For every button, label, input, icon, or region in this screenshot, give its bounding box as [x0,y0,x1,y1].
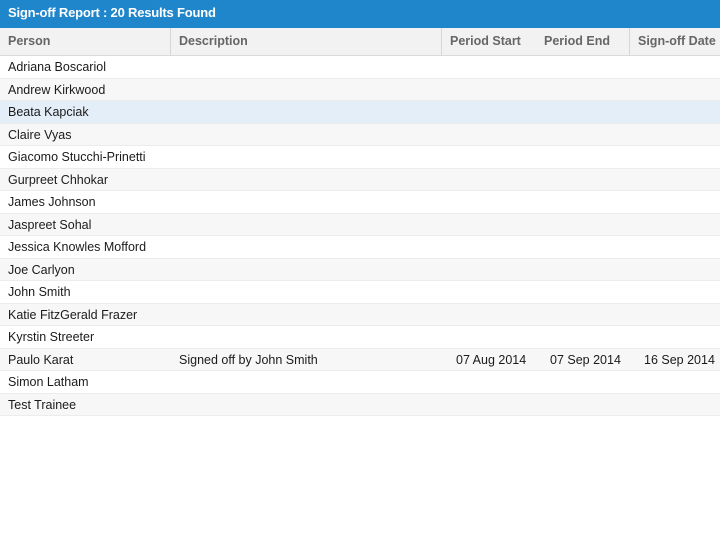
table-row[interactable]: Katie FitzGerald Frazer [0,303,720,326]
cell-person: Test Trainee [8,397,77,412]
cell-person: Simon Latham [8,375,89,389]
cell-person: Joe Carlyon [8,262,75,277]
table-header: Person Description Period Start Period E… [0,28,720,56]
table-row[interactable]: Jaspreet Sohal [0,213,720,236]
cell-period-end: 07 Sep 2014 [550,352,621,367]
table-row[interactable]: Paulo Karat Signed off by John Smith 07 … [0,348,720,371]
table-row[interactable]: Giacomo Stucchi-Prinetti [0,146,720,169]
table-row[interactable]: Simon Latham [0,371,720,394]
cell-person: Adriana Boscariol [8,60,106,74]
cell-signoff-date: 16 Sep 2014 [644,352,715,367]
table-row[interactable]: Claire Vyas [0,123,720,146]
column-header-period-start[interactable]: Period Start [441,28,536,55]
table-row[interactable]: Jessica Knowles Mofford [0,236,720,259]
table-row[interactable]: Adriana Boscariol [0,56,720,79]
cell-description: Signed off by John Smith [179,352,318,367]
cell-person: Jessica Knowles Mofford [8,240,147,254]
table-row[interactable]: John Smith [0,281,720,304]
cell-person: Beata Kapciak [8,105,89,119]
cell-person: Andrew Kirkwood [8,82,106,97]
cell-person: Jaspreet Sohal [8,217,92,232]
column-header-description[interactable]: Description [170,28,441,55]
cell-person: Kyrstin Streeter [8,330,95,344]
cell-person: Giacomo Stucchi-Prinetti [8,150,146,164]
cell-person: Gurpreet Chhokar [8,172,109,187]
column-header-signoff-date[interactable]: Sign-off Date [629,28,720,55]
cell-person: John Smith [8,285,71,299]
cell-person: Claire Vyas [8,127,72,142]
cell-person: Paulo Karat [8,352,74,367]
cell-period-start: 07 Aug 2014 [456,352,527,367]
table-row[interactable]: Andrew Kirkwood [0,78,720,101]
results-table-body: Adriana Boscariol Andrew Kirkwood Beata … [0,56,720,416]
table-row[interactable]: Gurpreet Chhokar [0,168,720,191]
table-row[interactable]: Joe Carlyon [0,258,720,281]
table-row[interactable]: James Johnson [0,191,720,214]
table-row[interactable]: Test Trainee [0,393,720,416]
column-header-person[interactable]: Person [0,28,170,55]
table-row-selected[interactable]: Beata Kapciak [0,101,720,124]
table-row[interactable]: Kyrstin Streeter [0,326,720,349]
column-header-period-end[interactable]: Period End [536,28,629,55]
report-title: Sign-off Report : 20 Results Found [0,0,720,28]
cell-person: Katie FitzGerald Frazer [8,307,138,322]
cell-person: James Johnson [8,195,96,209]
